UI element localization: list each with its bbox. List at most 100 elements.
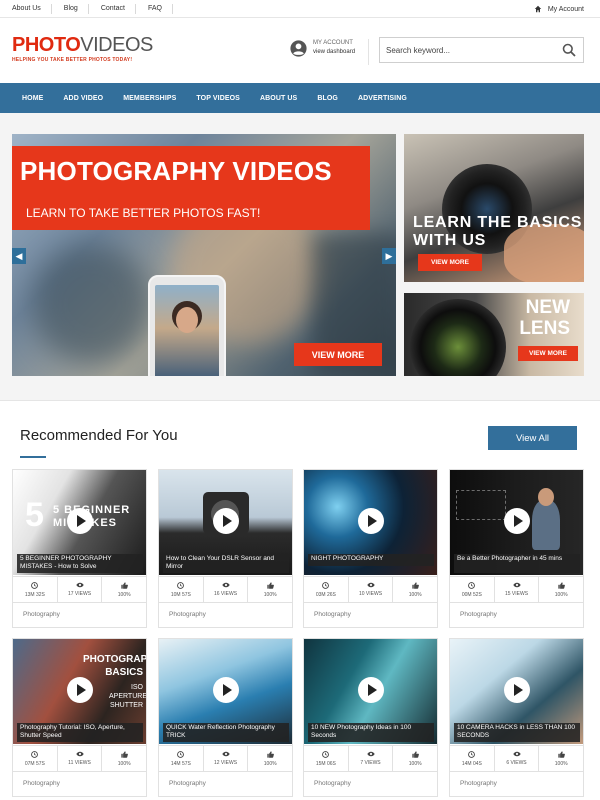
clock-icon [322, 751, 330, 758]
video-title[interactable]: Be a Better Photographer in 45 mins [454, 554, 580, 573]
promo-basics[interactable]: LEARN THE BASICS WITH US VIEW MORE [404, 134, 584, 282]
video-card[interactable]: 5 5 BEGINNER MISTAKES 5 BEGINNER PHOTOGR… [12, 469, 147, 628]
view-all-button[interactable]: View All [488, 426, 577, 450]
thumbs-up-icon [558, 582, 565, 589]
video-category[interactable]: Photography [23, 780, 60, 787]
video-card[interactable]: QUICK Water Reflection Photography TRICK… [158, 638, 293, 797]
video-stats: 10M 57S 16 VIEWS 100% [159, 576, 292, 603]
lens-image [410, 299, 506, 376]
video-thumbnail[interactable]: PHOTOGRAPHY BASICS ISO APERTURE SHUTTER … [13, 639, 146, 744]
play-icon[interactable] [358, 508, 384, 534]
play-icon[interactable] [213, 677, 239, 703]
logo-second: VIDEOS [80, 34, 153, 56]
video-title[interactable]: How to Clean Your DSLR Sensor and Mirror [163, 554, 289, 573]
top-link-contact[interactable]: Contact [89, 4, 136, 14]
account-dashboard-link[interactable]: view dashboard [313, 48, 355, 57]
video-title[interactable]: Photography Tutorial: ISO, Aperture, Shu… [17, 723, 143, 742]
home-icon [534, 5, 542, 13]
video-card[interactable]: 10 CAMERA HACKS in LESS THAN 100 SECONDS… [449, 638, 584, 797]
nav-home[interactable]: HOME [12, 95, 53, 102]
search-box [379, 37, 584, 63]
nav-about-us[interactable]: ABOUT US [250, 95, 307, 102]
video-title[interactable]: 10 CAMERA HACKS in LESS THAN 100 SECONDS [454, 723, 580, 742]
video-likes: 100% [102, 577, 146, 602]
nav-memberships[interactable]: MEMBERSHIPS [113, 95, 186, 102]
top-account-link[interactable]: My Account [534, 0, 584, 18]
slider-prev-button[interactable]: ◀ [12, 248, 26, 264]
eye-icon [366, 582, 375, 588]
video-likes: 100% [248, 746, 292, 771]
video-likes: 100% [539, 746, 583, 771]
promo-new-lens-title: NEW LENS [519, 297, 570, 339]
video-title[interactable]: QUICK Water Reflection Photography TRICK [163, 723, 289, 742]
hero-section: PHOTOGRAPHY VIDEOS LEARN TO TAKE BETTER … [0, 113, 600, 401]
video-views: 11 VIEWS [58, 746, 103, 771]
video-duration: 03M 26S [304, 577, 349, 602]
video-thumbnail[interactable]: QUICK Water Reflection Photography TRICK [159, 639, 292, 744]
video-duration: 07M 57S [13, 746, 58, 771]
video-card[interactable]: Be a Better Photographer in 45 mins 00M … [449, 469, 584, 628]
clock-icon [177, 582, 185, 589]
video-title[interactable]: 10 NEW Photography Ideas in 100 Seconds [308, 723, 434, 742]
play-icon[interactable] [504, 677, 530, 703]
promo-basics-view-more-button[interactable]: VIEW MORE [418, 254, 482, 271]
video-thumbnail[interactable]: Be a Better Photographer in 45 mins [450, 470, 583, 575]
video-views: 6 VIEWS [495, 746, 540, 771]
video-category[interactable]: Photography [169, 780, 206, 787]
video-thumbnail[interactable]: NIGHT PHOTOGRAPHY [304, 470, 437, 575]
video-duration: 14M 57S [159, 746, 204, 771]
clock-icon [31, 582, 39, 589]
play-icon[interactable] [213, 508, 239, 534]
video-title[interactable]: NIGHT PHOTOGRAPHY [308, 554, 434, 566]
main-nav: HOME ADD VIDEO MEMBERSHIPS TOP VIDEOS AB… [0, 83, 600, 113]
video-card[interactable]: How to Clean Your DSLR Sensor and Mirror… [158, 469, 293, 628]
video-card[interactable]: PHOTOGRAPHY BASICS ISO APERTURE SHUTTER … [12, 638, 147, 797]
video-likes: 100% [393, 746, 437, 771]
top-link-about[interactable]: About Us [0, 4, 52, 14]
video-thumbnail[interactable]: 5 5 BEGINNER MISTAKES 5 BEGINNER PHOTOGR… [13, 470, 146, 575]
video-views: 15 VIEWS [495, 577, 540, 602]
video-category[interactable]: Photography [314, 780, 351, 787]
video-category[interactable]: Photography [314, 611, 351, 618]
video-stats: 00M 52S 15 VIEWS 100% [450, 576, 583, 603]
nav-add-video[interactable]: ADD VIDEO [53, 95, 113, 102]
slider-next-button[interactable]: ▶ [382, 248, 396, 264]
top-link-blog[interactable]: Blog [52, 4, 89, 14]
play-icon[interactable] [358, 677, 384, 703]
clock-icon [177, 751, 185, 758]
thumbs-up-icon [267, 751, 274, 758]
hero-subtitle: LEARN TO TAKE BETTER PHOTOS FAST! [26, 206, 261, 220]
eye-icon [221, 582, 230, 588]
video-title[interactable]: 5 BEGINNER PHOTOGRAPHY MISTAKES - How to… [17, 554, 143, 573]
thumbnail-overlay-text: PHOTOGRAPHY BASICS [83, 654, 146, 678]
video-category[interactable]: Photography [460, 780, 497, 787]
hero-title: PHOTOGRAPHY VIDEOS [20, 156, 332, 186]
video-category[interactable]: Photography [23, 611, 60, 618]
thumbnail-overlay-text: 5 BEGINNER MISTAKES [53, 504, 131, 529]
nav-top-videos[interactable]: TOP VIDEOS [186, 95, 250, 102]
promo-new-lens-view-more-button[interactable]: VIEW MORE [518, 346, 578, 361]
recommended-heading: Recommended For You [20, 427, 178, 444]
search-icon[interactable] [562, 43, 576, 57]
logo-main: PHOTO [12, 34, 81, 56]
video-thumbnail[interactable]: How to Clean Your DSLR Sensor and Mirror [159, 470, 292, 575]
video-card[interactable]: NIGHT PHOTOGRAPHY 03M 26S 10 VIEWS 100% … [303, 469, 438, 628]
play-icon[interactable] [504, 508, 530, 534]
video-thumbnail[interactable]: 10 NEW Photography Ideas in 100 Seconds [304, 639, 437, 744]
hero-view-more-button[interactable]: VIEW MORE [294, 343, 382, 366]
video-category[interactable]: Photography [169, 611, 206, 618]
play-icon[interactable] [67, 508, 93, 534]
thumbs-up-icon [558, 751, 565, 758]
site-logo[interactable]: PHOTOVIDEOS HELPING YOU TAKE BETTER PHOT… [12, 35, 153, 63]
nav-blog[interactable]: BLOG [307, 95, 348, 102]
my-account[interactable]: MY ACCOUNT view dashboard [290, 39, 355, 57]
play-icon[interactable] [67, 677, 93, 703]
promo-new-lens[interactable]: NEW LENS VIEW MORE [404, 293, 584, 376]
chevron-left-icon: ◀ [15, 250, 23, 261]
video-category[interactable]: Photography [460, 611, 497, 618]
video-thumbnail[interactable]: 10 CAMERA HACKS in LESS THAN 100 SECONDS [450, 639, 583, 744]
nav-advertising[interactable]: ADVERTISING [348, 95, 417, 102]
top-link-faq[interactable]: FAQ [136, 4, 173, 14]
video-card[interactable]: 10 NEW Photography Ideas in 100 Seconds … [303, 638, 438, 797]
search-input[interactable] [380, 38, 550, 62]
